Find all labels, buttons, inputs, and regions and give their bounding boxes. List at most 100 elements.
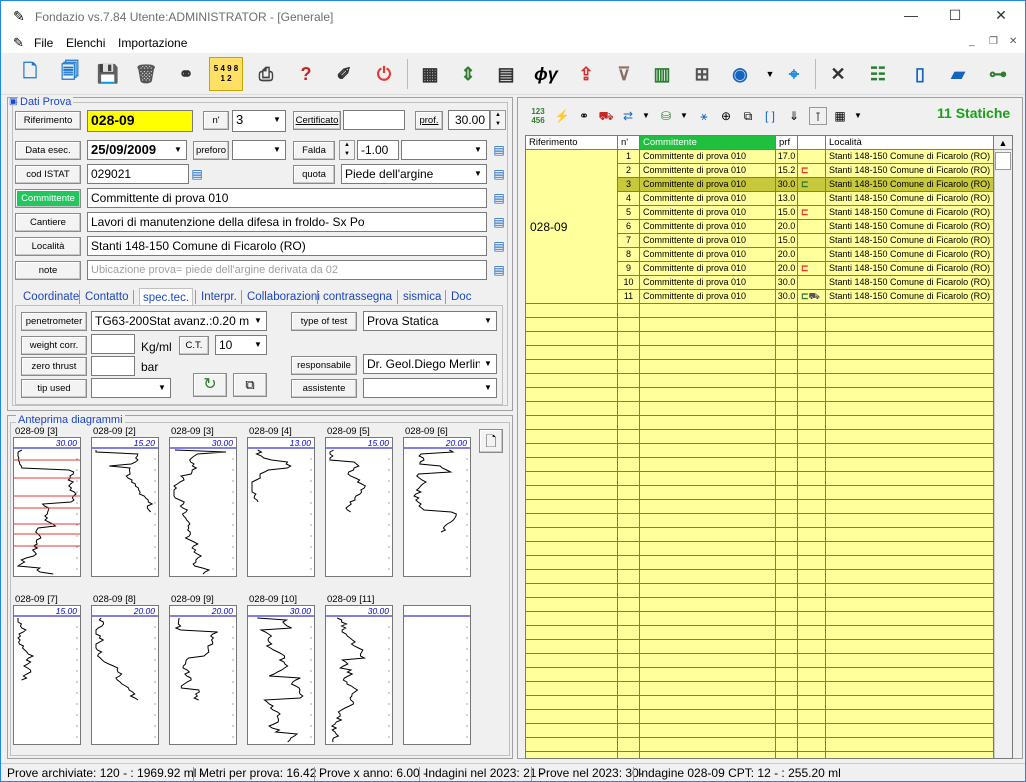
cantiere-field[interactable]: Lavori di manutenzione della difesa in f… <box>87 212 487 232</box>
empty-cell[interactable] <box>526 304 618 318</box>
empty-cell[interactable] <box>826 570 994 584</box>
row-n[interactable]: 8 <box>618 248 640 262</box>
penetrometer-button[interactable]: penetrometer <box>21 312 87 331</box>
empty-cell[interactable] <box>776 402 798 416</box>
falda-chevron-down-icon[interactable]: ▼ <box>470 141 486 159</box>
empty-cell[interactable] <box>798 682 826 696</box>
falda-spinner[interactable]: ▲ ▼ <box>339 140 355 160</box>
empty-cell[interactable] <box>776 500 798 514</box>
empty-cell[interactable] <box>640 640 776 654</box>
empty-cell[interactable] <box>776 654 798 668</box>
empty-cell[interactable] <box>798 710 826 724</box>
phi-gamma-icon[interactable]: ϕγ <box>529 57 563 91</box>
empty-cell[interactable] <box>526 696 618 710</box>
row-n[interactable]: 2 <box>618 164 640 178</box>
empty-cell[interactable] <box>526 514 618 528</box>
empty-cell[interactable] <box>798 346 826 360</box>
header-committente[interactable]: Committente <box>640 136 776 150</box>
row-prf[interactable]: 15.0 <box>776 206 798 220</box>
prof-field[interactable]: 30.00 <box>448 110 490 130</box>
diagram-preview[interactable]: 30.00 <box>325 605 393 745</box>
weight-corr-button[interactable]: weight corr. <box>21 336 87 355</box>
row-flag-icon[interactable] <box>798 234 826 248</box>
empty-cell[interactable] <box>618 486 640 500</box>
group-cell[interactable]: 028-09 <box>526 150 618 304</box>
diagram-preview[interactable]: 15.20 <box>91 437 159 577</box>
empty-cell[interactable] <box>526 402 618 416</box>
header-n[interactable]: n' <box>618 136 640 150</box>
empty-cell[interactable] <box>618 388 640 402</box>
row-committente[interactable]: Committente di prova 010 <box>640 164 776 178</box>
empty-cell[interactable] <box>826 402 994 416</box>
copy-doc-icon[interactable]: 🗐 <box>53 57 87 91</box>
empty-cell[interactable] <box>618 346 640 360</box>
map-icon[interactable]: ⌖ <box>777 57 811 91</box>
empty-cell[interactable] <box>826 458 994 472</box>
empty-cell[interactable] <box>526 472 618 486</box>
diagram-preview[interactable]: 20.00 <box>403 437 471 577</box>
empty-cell[interactable] <box>526 318 618 332</box>
empty-cell[interactable] <box>798 332 826 346</box>
empty-cell[interactable] <box>776 458 798 472</box>
empty-cell[interactable] <box>640 724 776 738</box>
row-committente[interactable]: Committente di prova 010 <box>640 290 776 304</box>
committente-table-icon[interactable]: ▤ <box>491 189 507 207</box>
tab-sismica[interactable]: sismica <box>403 288 441 306</box>
note-table-icon[interactable]: ▤ <box>491 261 507 279</box>
diagram-preview[interactable]: 30.00 <box>13 437 81 577</box>
truck-icon[interactable]: ⛟ <box>597 107 615 125</box>
empty-cell[interactable] <box>618 430 640 444</box>
empty-cell[interactable] <box>798 360 826 374</box>
row-localita[interactable]: Stanti 148-150 Comune di Ficarolo (RO) <box>826 206 994 220</box>
empty-cell[interactable] <box>526 598 618 612</box>
empty-cell[interactable] <box>776 738 798 752</box>
empty-cell[interactable] <box>798 472 826 486</box>
row-localita[interactable]: Stanti 148-150 Comune di Ficarolo (RO) <box>826 234 994 248</box>
empty-cell[interactable] <box>640 472 776 486</box>
row-flag-icon[interactable] <box>798 276 826 290</box>
row-localita[interactable]: Stanti 148-150 Comune di Ficarolo (RO) <box>826 290 994 304</box>
minimize-button[interactable]: — <box>897 7 925 27</box>
empty-cell[interactable] <box>618 570 640 584</box>
drill-icon[interactable]: ⊽ <box>607 57 641 91</box>
empty-cell[interactable] <box>640 514 776 528</box>
power-icon[interactable]: ⏻ <box>367 57 401 91</box>
empty-cell[interactable] <box>826 724 994 738</box>
printer-icon[interactable]: ⎙ <box>249 57 283 91</box>
empty-cell[interactable] <box>618 710 640 724</box>
row-prf[interactable]: 13.0 <box>776 192 798 206</box>
empty-cell[interactable] <box>640 360 776 374</box>
tests-grid[interactable]: Riferimento n' Committente prf Località … <box>525 135 1013 759</box>
empty-cell[interactable] <box>776 626 798 640</box>
diagram-preview[interactable]: 13.00 <box>247 437 315 577</box>
falda-table-icon[interactable]: ▤ <box>491 141 507 159</box>
empty-cell[interactable] <box>618 318 640 332</box>
mdi-restore-icon[interactable]: ❐ <box>989 36 998 47</box>
empty-cell[interactable] <box>640 626 776 640</box>
empty-cell[interactable] <box>526 738 618 752</box>
empty-cell[interactable] <box>776 374 798 388</box>
row-committente[interactable]: Committente di prova 010 <box>640 276 776 290</box>
help-icon[interactable]: ? <box>289 57 323 91</box>
vertical-scrollbar[interactable] <box>994 150 1012 758</box>
empty-cell[interactable] <box>826 500 994 514</box>
add-doc-icon[interactable]: ⊕ <box>717 107 735 125</box>
empty-cell[interactable] <box>776 752 798 758</box>
empty-cell[interactable] <box>798 696 826 710</box>
preforo-button[interactable]: preforo <box>193 141 229 160</box>
empty-cell[interactable] <box>776 612 798 626</box>
empty-cell[interactable] <box>798 528 826 542</box>
row-n[interactable]: 11 <box>618 290 640 304</box>
close-button[interactable]: ✕ <box>987 7 1015 27</box>
empty-cell[interactable] <box>526 346 618 360</box>
tab-interpr[interactable]: Interpr. <box>201 288 237 306</box>
empty-cell[interactable] <box>640 430 776 444</box>
empty-cell[interactable] <box>776 696 798 710</box>
empty-cell[interactable] <box>618 626 640 640</box>
quota-button[interactable]: quota <box>293 165 335 184</box>
empty-cell[interactable] <box>618 332 640 346</box>
diagram-preview[interactable]: 20.00 <box>169 605 237 745</box>
row-committente[interactable]: Committente di prova 010 <box>640 248 776 262</box>
empty-cell[interactable] <box>776 332 798 346</box>
empty-cell[interactable] <box>640 388 776 402</box>
